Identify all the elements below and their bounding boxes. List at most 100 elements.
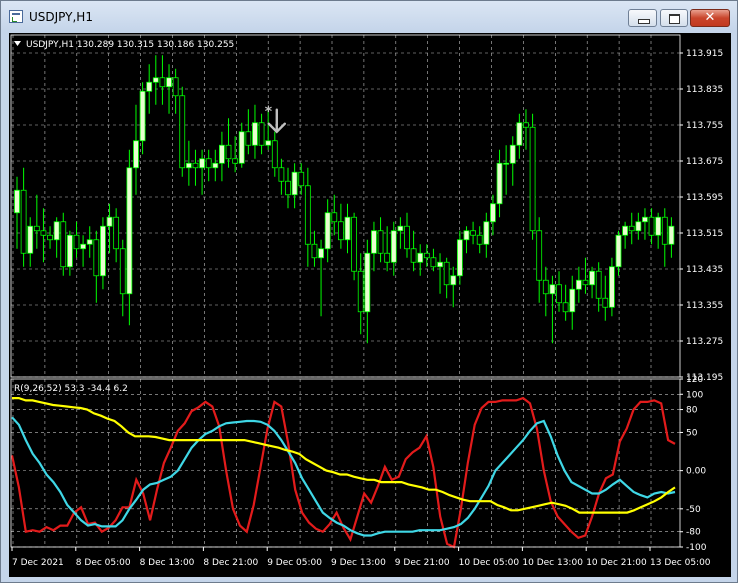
- candle-body: [60, 221, 67, 268]
- time-axis-label: 9 Dec 13:00: [331, 558, 386, 568]
- candle-body: [232, 158, 239, 164]
- indicator-axis-label: -80: [686, 528, 701, 538]
- candle-body: [648, 216, 655, 236]
- candle-body: [119, 248, 126, 295]
- indicator-axis-label: 100: [686, 390, 703, 400]
- indicator-axis-label: 50: [686, 428, 698, 438]
- candle-body: [595, 270, 602, 299]
- candle-body: [609, 266, 615, 308]
- candle-body: [14, 189, 20, 214]
- chart-window: USDJPY,H1 ✕ 113.915 113.835 113.755 113.675…: [0, 0, 738, 583]
- candle-body: [615, 234, 622, 268]
- candle-body: [417, 252, 424, 263]
- candle-body: [152, 77, 159, 83]
- candle-body: [291, 171, 298, 196]
- candle-body: [258, 122, 265, 146]
- close-button[interactable]: ✕: [690, 9, 730, 27]
- candle-body: [33, 225, 40, 232]
- candle-body: [509, 144, 516, 164]
- candle-body: [371, 230, 377, 254]
- candle-body: [529, 126, 536, 232]
- candle-body: [344, 216, 351, 241]
- price-axis-label: 113.595: [686, 193, 723, 203]
- candle-body: [126, 167, 133, 295]
- candle-body: [40, 230, 47, 236]
- triangle-down-icon[interactable]: [14, 41, 21, 46]
- price-axis-label: 113.435: [686, 265, 723, 275]
- candle-body: [430, 257, 437, 268]
- time-axis-label: 13 Dec 05:00: [650, 558, 711, 568]
- candle-body: [278, 167, 285, 182]
- time-axis-label: 7 Dec 2021: [12, 558, 64, 568]
- maximize-button[interactable]: [660, 9, 688, 27]
- candle-body: [523, 122, 529, 128]
- chart-frame-lines: [10, 34, 681, 548]
- candle-body: [397, 225, 404, 232]
- candle-body: [423, 252, 430, 259]
- title-bar[interactable]: USDJPY,H1 ✕: [1, 1, 737, 33]
- time-axis-label: 10 Dec 21:00: [586, 558, 647, 568]
- candle-body: [318, 248, 324, 259]
- candle-body: [622, 225, 629, 236]
- indicator-line-slow: [12, 397, 676, 514]
- candle-body: [364, 252, 371, 313]
- price-panel-border: [10, 34, 681, 378]
- candle-body: [569, 288, 576, 313]
- indicator-axis-label: 0.00: [686, 467, 706, 477]
- candle-body: [404, 225, 410, 250]
- candle-body: [106, 216, 113, 227]
- candle-body: [53, 221, 60, 241]
- price-axis-label: 113.915: [686, 49, 723, 59]
- candle-body: [668, 225, 675, 245]
- candle-body: [470, 230, 476, 236]
- chart-header-label: USDJPY,H1 130.289 130.315 130.186 130.25…: [26, 40, 234, 50]
- candle-body: [516, 122, 523, 146]
- indicator-label: R(9,26,52) 53.3 -34.4 6.2: [14, 384, 128, 394]
- candle-body: [384, 252, 391, 263]
- minimize-button[interactable]: [628, 9, 657, 27]
- candle-body: [304, 185, 311, 245]
- time-axis-label: 8 Dec 13:00: [140, 558, 195, 568]
- candle-body: [483, 221, 490, 245]
- candle-body: [113, 216, 120, 250]
- candle-body: [490, 203, 496, 223]
- candle-body: [159, 77, 166, 88]
- candle-body: [410, 248, 417, 263]
- candle-body: [589, 270, 595, 286]
- close-icon: ✕: [704, 10, 716, 25]
- candle-body: [298, 171, 305, 187]
- candle-body: [562, 302, 569, 313]
- time-axis-label: 8 Dec 05:00: [76, 558, 131, 568]
- candle-body: [47, 234, 53, 241]
- price-axis-label: 113.355: [686, 301, 723, 311]
- candle-body: [245, 131, 252, 146]
- candle-body: [212, 162, 219, 169]
- chart-area[interactable]: 113.915 113.835 113.755 113.675 113.595 113.5…: [9, 33, 731, 577]
- price-chart[interactable]: 113.915 113.835 113.755 113.675 113.595 113.5…: [9, 33, 731, 577]
- candle-body: [86, 239, 93, 245]
- indicator-lines: [10, 396, 676, 549]
- candle-body: [642, 216, 648, 223]
- candle-body: [265, 140, 272, 146]
- time-axis-label: 8 Dec 21:00: [203, 558, 258, 568]
- candle-body: [133, 140, 139, 169]
- time-axis-label: 10 Dec 05:00: [459, 558, 520, 568]
- candle-body: [456, 239, 463, 277]
- candle-body: [357, 270, 364, 313]
- candle-body: [285, 180, 291, 196]
- candle-body: [20, 189, 27, 254]
- time-axis-label: 9 Dec 05:00: [267, 558, 322, 568]
- candle-body: [179, 95, 186, 169]
- candle-body: [66, 234, 73, 268]
- candle-body: [73, 234, 80, 250]
- indicator-axis-label: 120: [686, 375, 703, 385]
- indicator-line-medium: [11, 416, 676, 537]
- price-axis-label: 113.515: [686, 229, 723, 239]
- price-axis-label: 113.675: [686, 157, 723, 167]
- candle-body: [503, 162, 510, 165]
- price-axis-label: 113.755: [686, 121, 723, 131]
- candle-body: [602, 297, 609, 308]
- candle-body: [549, 284, 556, 295]
- star-icon: *: [265, 104, 273, 120]
- indicator-panel-border: [10, 378, 681, 548]
